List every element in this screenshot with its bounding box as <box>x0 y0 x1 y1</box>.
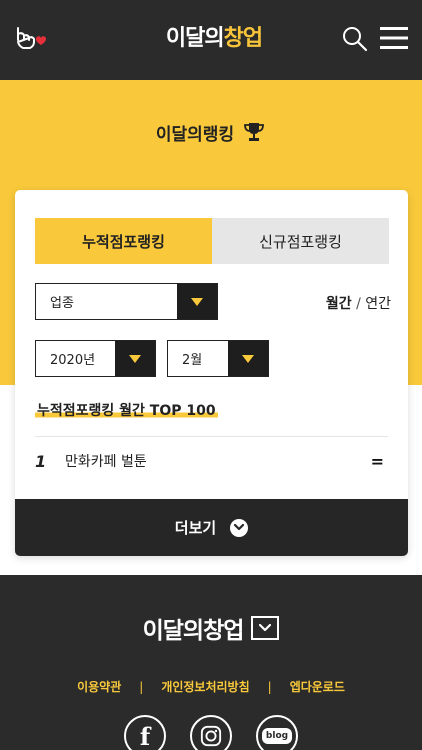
instagram-icon[interactable] <box>190 715 232 750</box>
month-select-value: 2월 <box>182 353 203 368</box>
year-select-arrow[interactable] <box>115 341 155 376</box>
rank-number: 1 <box>35 451 47 471</box>
footer-links: 이용약관 | 개인정보처리방침 | 엡다운로드 <box>0 678 422 695</box>
hand-heart-icon[interactable] <box>14 24 48 52</box>
caret-down-icon <box>191 297 203 306</box>
chevron-down-icon <box>259 624 272 632</box>
blog-glyph: blog <box>261 728 293 744</box>
rank-change-indicator: = <box>370 451 384 471</box>
footer-toggle-button[interactable] <box>251 616 280 640</box>
tab-new-ranking[interactable]: 신규점포랭킹 <box>212 218 389 264</box>
footer-logo: 이달의창업 <box>142 618 245 644</box>
ranking-list-title: 누적점포랭킹 월간 TOP 100 <box>35 400 218 420</box>
period-separator: / <box>356 296 361 312</box>
blog-icon[interactable]: blog <box>256 715 298 750</box>
year-select-value: 2020년 <box>50 353 96 368</box>
period-monthly-link[interactable]: 월간 <box>326 296 352 312</box>
store-name[interactable]: 만화카페 벌툰 <box>65 451 371 471</box>
trophy-icon <box>244 123 264 141</box>
privacy-policy-link[interactable]: 개인정보처리방침 <box>161 678 249 695</box>
hamburger-menu-icon[interactable] <box>378 24 410 52</box>
footer-brand: 이달의창업 <box>0 611 422 645</box>
caret-down-icon <box>242 354 254 363</box>
search-icon[interactable] <box>342 26 368 52</box>
caret-down-icon <box>129 354 141 363</box>
logo-text: 이달의 <box>165 26 225 51</box>
more-button-label: 더보기 <box>174 519 217 537</box>
site-footer: 이달의창업 이용약관 | 개인정보처리방침 | 엡다운로드 f blog <box>0 575 422 750</box>
more-button[interactable]: 더보기 <box>15 499 408 556</box>
month-select-arrow[interactable] <box>228 341 268 376</box>
section-heading: 이달의랭킹 <box>0 117 422 147</box>
app-download-link[interactable]: 엡다운로드 <box>290 678 345 695</box>
period-yearly-link[interactable]: 연간 <box>365 296 391 312</box>
divider <box>35 436 388 437</box>
logo-accent-text: 창업 <box>223 26 263 51</box>
terms-link[interactable]: 이용약관 <box>77 678 121 695</box>
ranking-card: 누적점포랭킹 신규점포랭킹 업종 월간 / 연간 2020년 2월 누적점포랭킹… <box>15 190 408 556</box>
footer-link-separator: | <box>139 679 144 694</box>
facebook-glyph: f <box>139 721 151 750</box>
instagram-glyph <box>200 725 222 747</box>
industry-select-arrow[interactable] <box>177 284 217 319</box>
industry-select[interactable]: 업종 <box>35 283 218 320</box>
chevron-down-circle-icon <box>230 518 249 537</box>
industry-select-value: 업종 <box>50 296 74 311</box>
page-title: 이달의랭킹 <box>155 124 235 145</box>
tab-cumulative-ranking[interactable]: 누적점포랭킹 <box>35 218 212 264</box>
period-toggle: 월간 / 연간 <box>305 293 391 313</box>
top-header: 이달의창업 <box>0 0 422 80</box>
site-logo[interactable]: 이달의창업 <box>154 20 274 52</box>
year-select[interactable]: 2020년 <box>35 340 156 377</box>
footer-link-separator: | <box>267 679 272 694</box>
month-select[interactable]: 2월 <box>167 340 269 377</box>
ranking-row[interactable]: 1 만화카페 벌툰 = <box>35 446 388 476</box>
facebook-icon[interactable]: f <box>124 715 166 750</box>
